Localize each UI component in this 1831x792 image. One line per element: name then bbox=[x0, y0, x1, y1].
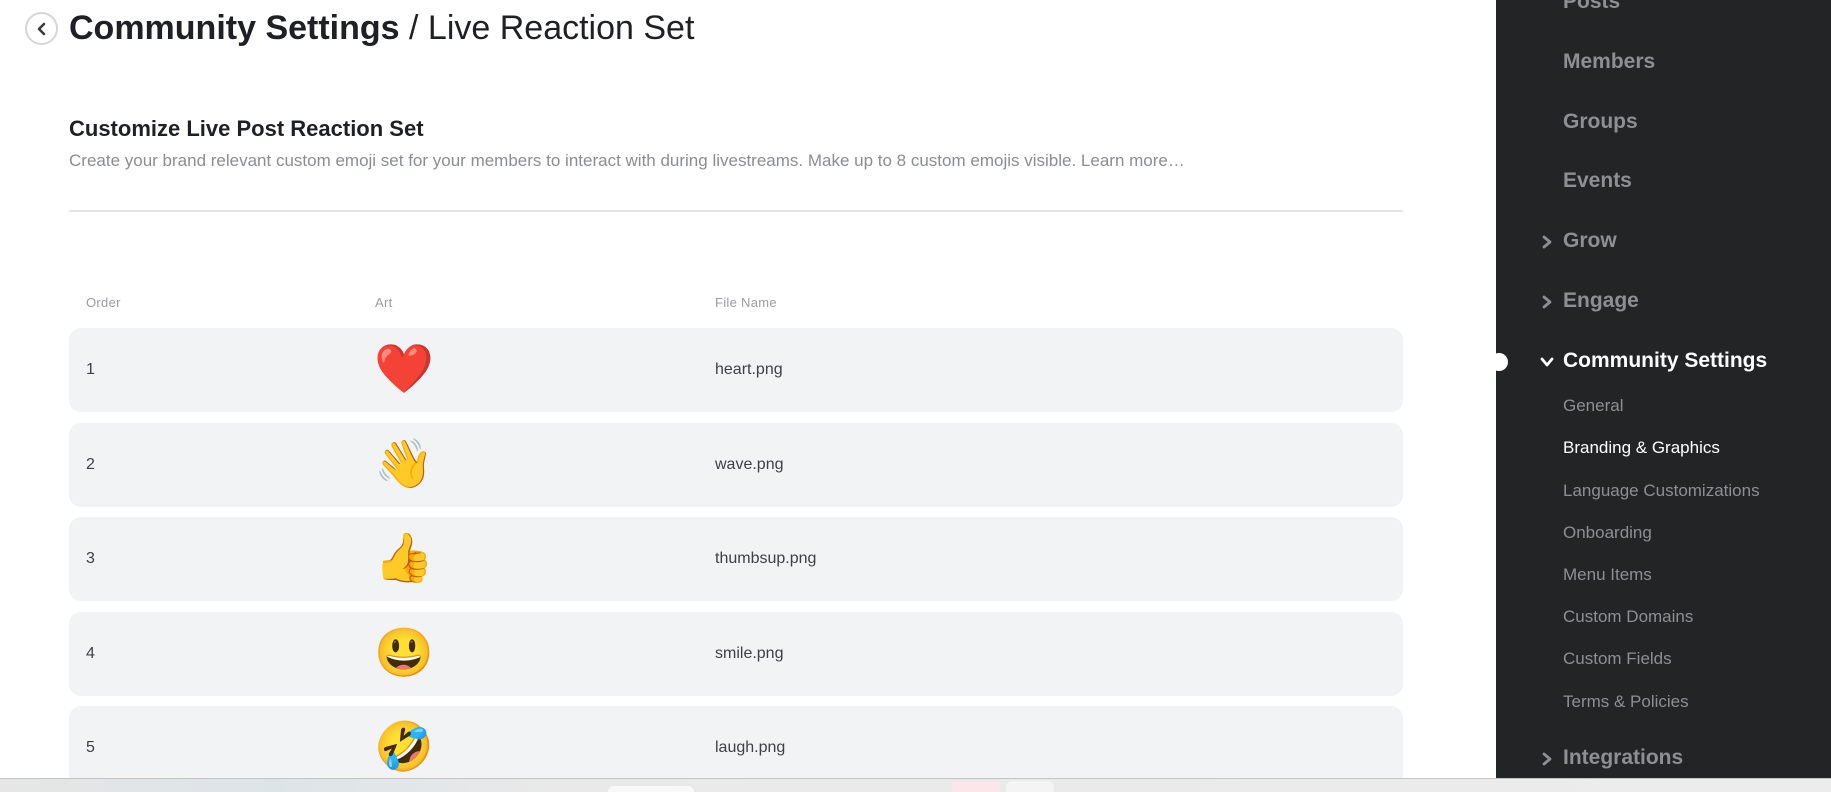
row-order: 4 bbox=[86, 645, 95, 662]
sidebar-item-engage[interactable]: Engage bbox=[1563, 289, 1639, 313]
sidebar-subitem-onboarding[interactable]: Onboarding bbox=[1563, 523, 1652, 543]
chevron-right-icon[interactable] bbox=[1540, 752, 1554, 766]
sidebar-subitem-branding-graphics[interactable]: Branding & Graphics bbox=[1563, 438, 1720, 458]
sidebar-nav: Posts Members Groups Events Grow Engage … bbox=[1496, 0, 1831, 778]
sidebar-subitem-terms-policies[interactable]: Terms & Policies bbox=[1563, 692, 1689, 712]
smile-emoji-icon: 😃 bbox=[374, 627, 434, 680]
taskbar bbox=[0, 778, 1831, 792]
row-file-name: heart.png bbox=[715, 361, 783, 378]
back-button[interactable] bbox=[25, 12, 58, 45]
taskbar-item[interactable] bbox=[952, 782, 1000, 792]
wave-emoji-icon: 👋 bbox=[374, 438, 434, 491]
chevron-down-icon[interactable] bbox=[1540, 355, 1554, 369]
table-row[interactable]: 2 👋 wave.png bbox=[69, 423, 1403, 507]
chevron-left-icon bbox=[37, 22, 45, 35]
table-row[interactable]: 4 😃 smile.png bbox=[69, 612, 1403, 696]
sidebar-subitem-general[interactable]: General bbox=[1563, 396, 1623, 416]
taskbar-item[interactable] bbox=[1006, 781, 1054, 792]
page-title: Community Settings / Live Reaction Set bbox=[69, 8, 694, 48]
column-header-file-name: File Name bbox=[715, 295, 777, 310]
laugh-emoji-icon: 🤣 bbox=[374, 721, 434, 774]
breadcrumb-parent[interactable]: Community Settings bbox=[69, 9, 400, 47]
sidebar-item-community-settings[interactable]: Community Settings bbox=[1563, 349, 1767, 373]
table-row[interactable]: 1 ❤️ heart.png bbox=[69, 328, 1403, 412]
sidebar-item-posts[interactable]: Posts bbox=[1563, 0, 1620, 14]
sidebar-subitem-language-customizations[interactable]: Language Customizations bbox=[1563, 481, 1760, 501]
section-heading: Customize Live Post Reaction Set bbox=[69, 116, 424, 141]
row-file-name: wave.png bbox=[715, 456, 784, 473]
sidebar-item-events[interactable]: Events bbox=[1563, 169, 1632, 193]
row-order: 2 bbox=[86, 456, 95, 473]
row-order: 3 bbox=[86, 550, 95, 567]
row-file-name: thumbsup.png bbox=[715, 550, 817, 567]
sidebar-item-grow[interactable]: Grow bbox=[1563, 229, 1617, 253]
learn-more-link[interactable]: Learn more… bbox=[1081, 151, 1185, 170]
description-text: Create your brand relevant custom emoji … bbox=[69, 151, 1081, 170]
sidebar-item-members[interactable]: Members bbox=[1563, 50, 1655, 74]
divider bbox=[69, 210, 1403, 212]
thumbsup-emoji-icon: 👍 bbox=[374, 532, 434, 585]
sidebar-item-integrations[interactable]: Integrations bbox=[1563, 746, 1683, 770]
column-header-order: Order bbox=[86, 295, 121, 310]
table-row[interactable]: 3 👍 thumbsup.png bbox=[69, 517, 1403, 601]
taskbar-item[interactable] bbox=[608, 786, 694, 792]
row-file-name: laugh.png bbox=[715, 739, 786, 756]
breadcrumb-current: Live Reaction Set bbox=[427, 9, 695, 47]
row-order: 1 bbox=[86, 361, 95, 378]
breadcrumb-separator: / bbox=[399, 9, 428, 47]
chevron-right-icon[interactable] bbox=[1540, 295, 1554, 309]
heart-emoji-icon: ❤️ bbox=[374, 343, 434, 396]
chevron-right-icon[interactable] bbox=[1540, 235, 1554, 249]
row-order: 5 bbox=[86, 739, 95, 756]
column-header-art: Art bbox=[375, 295, 393, 310]
active-indicator bbox=[1490, 353, 1508, 371]
sidebar-subitem-custom-fields[interactable]: Custom Fields bbox=[1563, 649, 1672, 669]
sidebar-subitem-custom-domains[interactable]: Custom Domains bbox=[1563, 607, 1693, 627]
sidebar-subitem-menu-items[interactable]: Menu Items bbox=[1563, 565, 1652, 585]
section-description: Create your brand relevant custom emoji … bbox=[69, 151, 1185, 171]
row-file-name: smile.png bbox=[715, 645, 784, 662]
sidebar-item-groups[interactable]: Groups bbox=[1563, 110, 1638, 134]
